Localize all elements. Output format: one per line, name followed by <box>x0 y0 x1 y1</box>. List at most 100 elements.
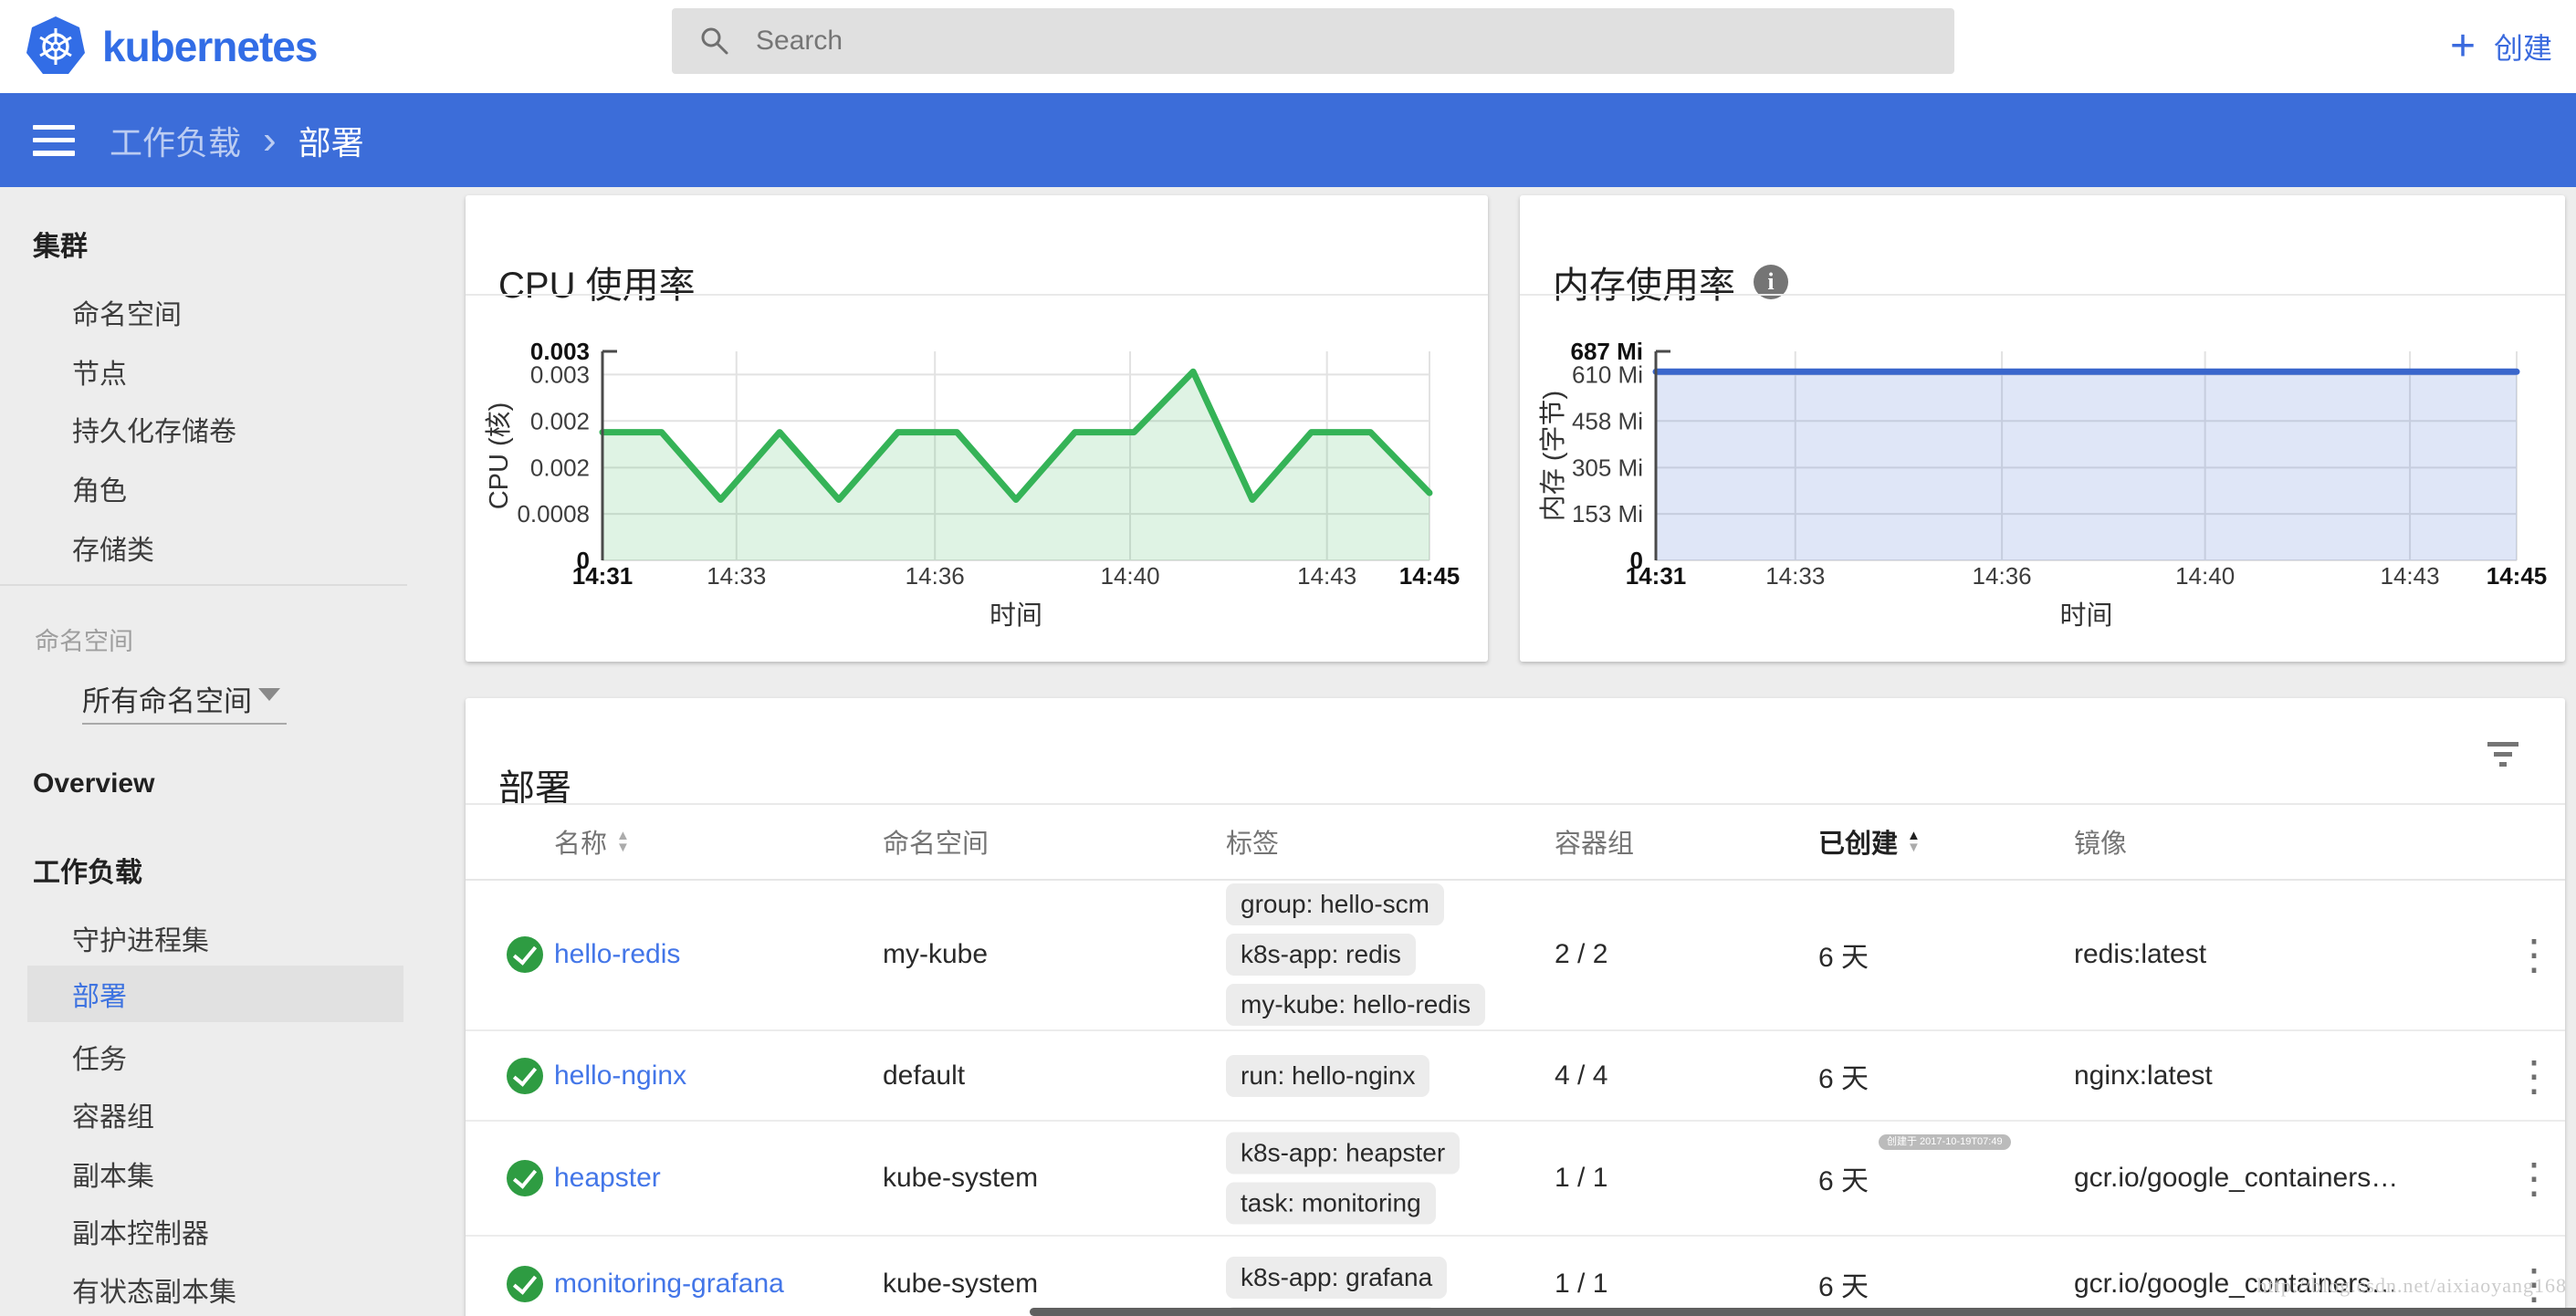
pods-cell: 4 / 4 <box>1555 1060 1607 1091</box>
label-chip: k8s-app: heapster <box>1226 1133 1460 1175</box>
sidebar-item-deployments[interactable]: 部署 <box>27 966 403 1022</box>
column-header-namespace: 命名空间 <box>883 822 989 861</box>
kubernetes-dashboard: kubernetes + 创建 工作负载 › 部署 集群 命名空间 节点 持久化… <box>0 0 2576 1316</box>
status-ok-icon <box>507 1058 543 1094</box>
svg-text:14:36: 14:36 <box>906 562 965 590</box>
sidebar-item-persistent-volumes[interactable]: 持久化存储卷 <box>72 409 236 449</box>
namespace-cell: kube-system <box>883 1163 1038 1194</box>
search-icon <box>699 26 730 57</box>
svg-text:14:45: 14:45 <box>2487 562 2548 590</box>
label-chip: k8s-app: grafana <box>1226 1257 1447 1299</box>
memory-usage-card: 内存使用率 i 687 Mi610 Mi458 Mi305 Mi153 Mi01… <box>1520 195 2565 662</box>
table-row: hello-nginx default run: hello-nginx 4 /… <box>466 1031 2565 1122</box>
breadcrumb-current: 部署 <box>298 117 364 164</box>
cpu-usage-card: CPU 使用率 0.0030.0030.0020.0020.0008014:31… <box>466 195 1488 662</box>
svg-text:14:43: 14:43 <box>2381 562 2440 590</box>
watermark: http://blog.csdn.net/aixiaoyang168 <box>2257 1274 2567 1298</box>
table-body: hello-redis my-kube group: hello-scm k8s… <box>466 879 2565 1316</box>
namespace-select-label: 命名空间 <box>35 621 133 657</box>
svg-text:14:31: 14:31 <box>1626 562 1687 590</box>
chevron-right-icon: › <box>263 124 277 157</box>
created-at-tooltip: 创建于 2017-10-19T07:49 <box>1879 1134 2011 1150</box>
column-header-name[interactable]: 名称 ▲▼ <box>554 822 630 861</box>
deployment-link[interactable]: monitoring-grafana <box>554 1269 784 1300</box>
label-chip: group: hello-scm <box>1226 883 1444 925</box>
sidebar-item-storage-classes[interactable]: 存储类 <box>72 527 154 568</box>
sidebar-item-daemon-sets[interactable]: 守护进程集 <box>72 918 209 958</box>
svg-text:时间: 时间 <box>990 601 1042 631</box>
sidebar-item-pods[interactable]: 容器组 <box>72 1094 154 1134</box>
svg-text:0.003: 0.003 <box>530 360 590 388</box>
sidebar-item-deployments-label: 部署 <box>72 974 127 1014</box>
search-input[interactable] <box>754 25 1853 57</box>
pods-cell: 1 / 1 <box>1555 1163 1607 1194</box>
svg-text:14:31: 14:31 <box>572 562 634 590</box>
namespace-cell: kube-system <box>883 1269 1038 1300</box>
sort-arrows-icon: ▲▼ <box>616 830 630 853</box>
svg-text:CPU (核): CPU (核) <box>484 402 514 510</box>
row-menu-icon[interactable]: ⋮ <box>2513 1060 2555 1091</box>
create-button[interactable]: + 创建 <box>2445 0 2558 93</box>
svg-text:14:33: 14:33 <box>1765 562 1825 590</box>
svg-text:153 Mi: 153 Mi <box>1572 500 1643 527</box>
sidebar-item-replica-sets[interactable]: 副本集 <box>72 1154 154 1194</box>
horizontal-scrollbar[interactable] <box>1030 1308 2576 1316</box>
sidebar-item-nodes[interactable]: 节点 <box>72 351 127 392</box>
breadcrumb-parent[interactable]: 工作负载 <box>110 117 241 164</box>
menu-icon[interactable] <box>33 125 75 156</box>
column-header-created[interactable]: 已创建 ▲▼ <box>1818 822 1921 861</box>
age-cell: 6 天 <box>1818 1056 1869 1096</box>
memory-usage-chart: 687 Mi610 Mi458 Mi305 Mi153 Mi014:3114:3… <box>1520 294 2565 662</box>
deployments-card: 部署 名称 ▲▼ 命名空间 标签 容器组 已创建 ▲▼ 镜像 <box>466 698 2565 1316</box>
svg-text:14:45: 14:45 <box>1399 562 1461 590</box>
deployment-link[interactable]: hello-nginx <box>554 1060 686 1091</box>
label-chip: my-kube: hello-redis <box>1226 984 1485 1026</box>
labels-cell: run: hello-nginx <box>1226 1055 1429 1097</box>
deployment-link[interactable]: heapster <box>554 1163 661 1194</box>
top-header: kubernetes + 创建 <box>0 0 2576 93</box>
create-label: 创建 <box>2494 26 2552 68</box>
search-bar[interactable] <box>672 8 1954 74</box>
labels-cell: k8s-app: heapster task: monitoring <box>1226 1133 1460 1225</box>
namespace-select[interactable]: 所有命名空间 <box>82 678 252 719</box>
breadcrumb-bar: 工作负载 › 部署 <box>0 93 2576 187</box>
svg-text:305 Mi: 305 Mi <box>1572 454 1643 481</box>
svg-text:14:40: 14:40 <box>1100 562 1159 590</box>
column-header-images: 镜像 <box>2074 822 2127 861</box>
svg-text:458 Mi: 458 Mi <box>1572 407 1643 434</box>
label-chip: task: monitoring <box>1226 1183 1436 1225</box>
svg-text:时间: 时间 <box>2059 601 2112 631</box>
column-header-pods: 容器组 <box>1555 822 1634 861</box>
table-row: monitoring-grafana kube-system k8s-app: … <box>466 1237 2565 1316</box>
sidebar-item-namespaces[interactable]: 命名空间 <box>72 292 182 332</box>
status-ok-icon <box>507 1160 543 1196</box>
age-cell: 6 天 <box>1818 935 1869 975</box>
sidebar-item-overview[interactable]: Overview <box>33 768 154 799</box>
plus-icon: + <box>2450 25 2476 68</box>
row-menu-icon[interactable]: ⋮ <box>2513 939 2555 970</box>
sidebar-section-cluster: 集群 <box>33 224 88 264</box>
label-chip: k8s-app: redis <box>1226 934 1416 976</box>
dropdown-caret-icon[interactable] <box>258 688 280 701</box>
column-header-labels: 标签 <box>1226 822 1279 861</box>
age-cell: 6 天 <box>1818 1264 1869 1304</box>
status-ok-icon <box>507 1266 543 1302</box>
sidebar-item-roles[interactable]: 角色 <box>72 468 127 508</box>
svg-text:14:40: 14:40 <box>2175 562 2235 590</box>
row-menu-icon[interactable]: ⋮ <box>2513 1163 2555 1194</box>
table-row: hello-redis my-kube group: hello-scm k8s… <box>466 879 2565 1031</box>
svg-text:14:43: 14:43 <box>1297 562 1356 590</box>
label-chip: run: hello-nginx <box>1226 1055 1429 1097</box>
sidebar-item-replication-controllers[interactable]: 副本控制器 <box>72 1211 209 1251</box>
images-cell: gcr.io/google_containers… <box>2074 1163 2398 1194</box>
sidebar-item-jobs[interactable]: 任务 <box>72 1037 127 1077</box>
table-row: heapster kube-system k8s-app: heapster t… <box>466 1122 2565 1237</box>
svg-text:内存 (字节): 内存 (字节) <box>1538 391 1568 521</box>
images-cell: redis:latest <box>2074 939 2206 970</box>
filter-icon[interactable] <box>2487 742 2519 772</box>
deployment-link[interactable]: hello-redis <box>554 939 680 970</box>
sidebar-divider <box>0 584 407 586</box>
sidebar-item-stateful-sets[interactable]: 有状态副本集 <box>72 1269 236 1310</box>
namespace-cell: default <box>883 1060 965 1091</box>
brand[interactable]: kubernetes <box>24 15 317 78</box>
